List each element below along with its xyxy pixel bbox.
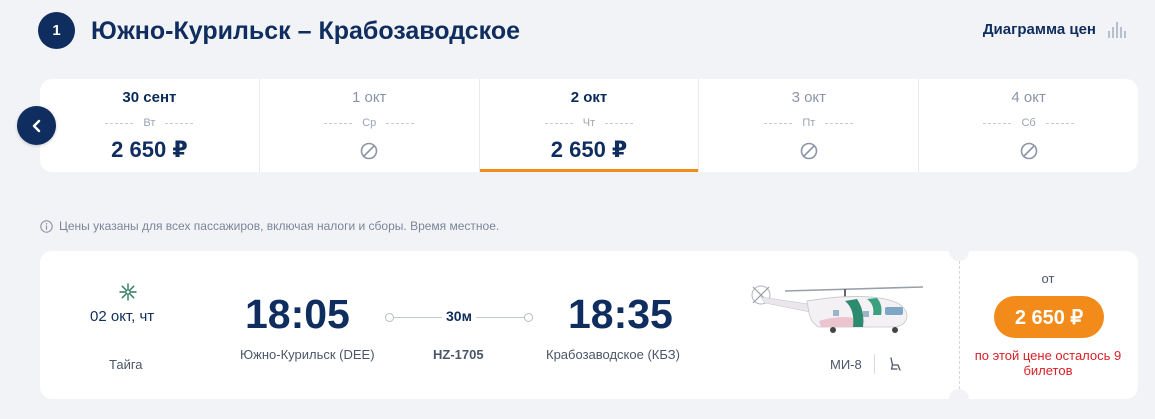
date-label: 4 окт — [1011, 89, 1046, 106]
airline-name: Тайга — [109, 357, 143, 372]
weekday-label: Сб — [1021, 117, 1036, 129]
date-carousel: 30 сент Вт 2 650 ₽ 1 окт Ср 2 окт Чт 2 6… — [40, 79, 1138, 172]
header: 1 Южно-Курильск – Крабозаводское Диаграм… — [38, 12, 1128, 52]
helicopter-image — [751, 285, 923, 333]
prev-dates-button[interactable] — [17, 106, 56, 145]
price-diagram-button[interactable]: Диаграмма цен — [983, 21, 1128, 38]
unavailable-icon — [800, 142, 818, 160]
date-cell[interactable]: 30 сент Вт 2 650 ₽ — [40, 79, 260, 172]
date-label: 2 окт — [570, 89, 608, 106]
weekday-label: Пт — [802, 117, 816, 129]
departure-city: Южно-Курильск (DEE) — [240, 347, 375, 362]
date-label: 1 окт — [351, 89, 387, 106]
select-price-button[interactable]: 2 650 ₽ — [994, 296, 1104, 338]
weekday-label: Чт — [582, 117, 596, 129]
departure-time: 18:05 — [245, 291, 350, 337]
aircraft-name: МИ-8 — [830, 357, 862, 372]
date-price: 2 650 ₽ — [111, 137, 188, 162]
step-badge: 1 — [38, 12, 75, 49]
flight-date: 02 окт, чт — [90, 308, 155, 325]
date-label: 30 сент — [122, 89, 177, 106]
flight-card[interactable]: 02 окт, чт Тайга 18:05 Южно-Курильск (DE… — [40, 241, 1138, 409]
arrival-city: Крабозаводское (КБЗ) — [546, 347, 680, 362]
price-diagram-label: Диаграмма цен — [982, 21, 1096, 38]
date-label: 3 окт — [791, 89, 827, 106]
weekday-label: Ср — [362, 117, 377, 129]
date-price: 2 650 ₽ — [550, 137, 628, 162]
seats-left-warning: по этой цене осталось 9 билетов — [974, 348, 1122, 378]
seat-icon[interactable] — [888, 357, 902, 371]
info-icon — [40, 219, 53, 233]
date-cell[interactable]: 3 окт Пт — [699, 79, 920, 172]
airline-logo-icon — [119, 283, 137, 301]
weekday-label: Вт — [143, 117, 156, 129]
arrival-time: 18:35 — [568, 291, 673, 337]
bar-chart-icon — [1108, 21, 1128, 38]
flight-number: HZ-1705 — [433, 347, 484, 362]
unavailable-icon — [1020, 142, 1037, 160]
chevron-left-icon — [32, 119, 40, 132]
info-note: Цены указаны для всех пассажиров, включа… — [40, 219, 499, 233]
route-title: Южно-Курильск – Крабозаводское — [91, 17, 521, 45]
flight-duration: 30м — [442, 308, 476, 324]
price-from-label: от — [1041, 271, 1055, 286]
date-cell[interactable]: 1 окт Ср — [260, 79, 480, 172]
info-note-text: Цены указаны для всех пассажиров, включа… — [59, 219, 500, 233]
date-cell[interactable]: 4 окт Сб — [919, 79, 1138, 172]
date-cell-selected[interactable]: 2 окт Чт 2 650 ₽ — [479, 79, 700, 172]
unavailable-icon — [360, 142, 378, 160]
